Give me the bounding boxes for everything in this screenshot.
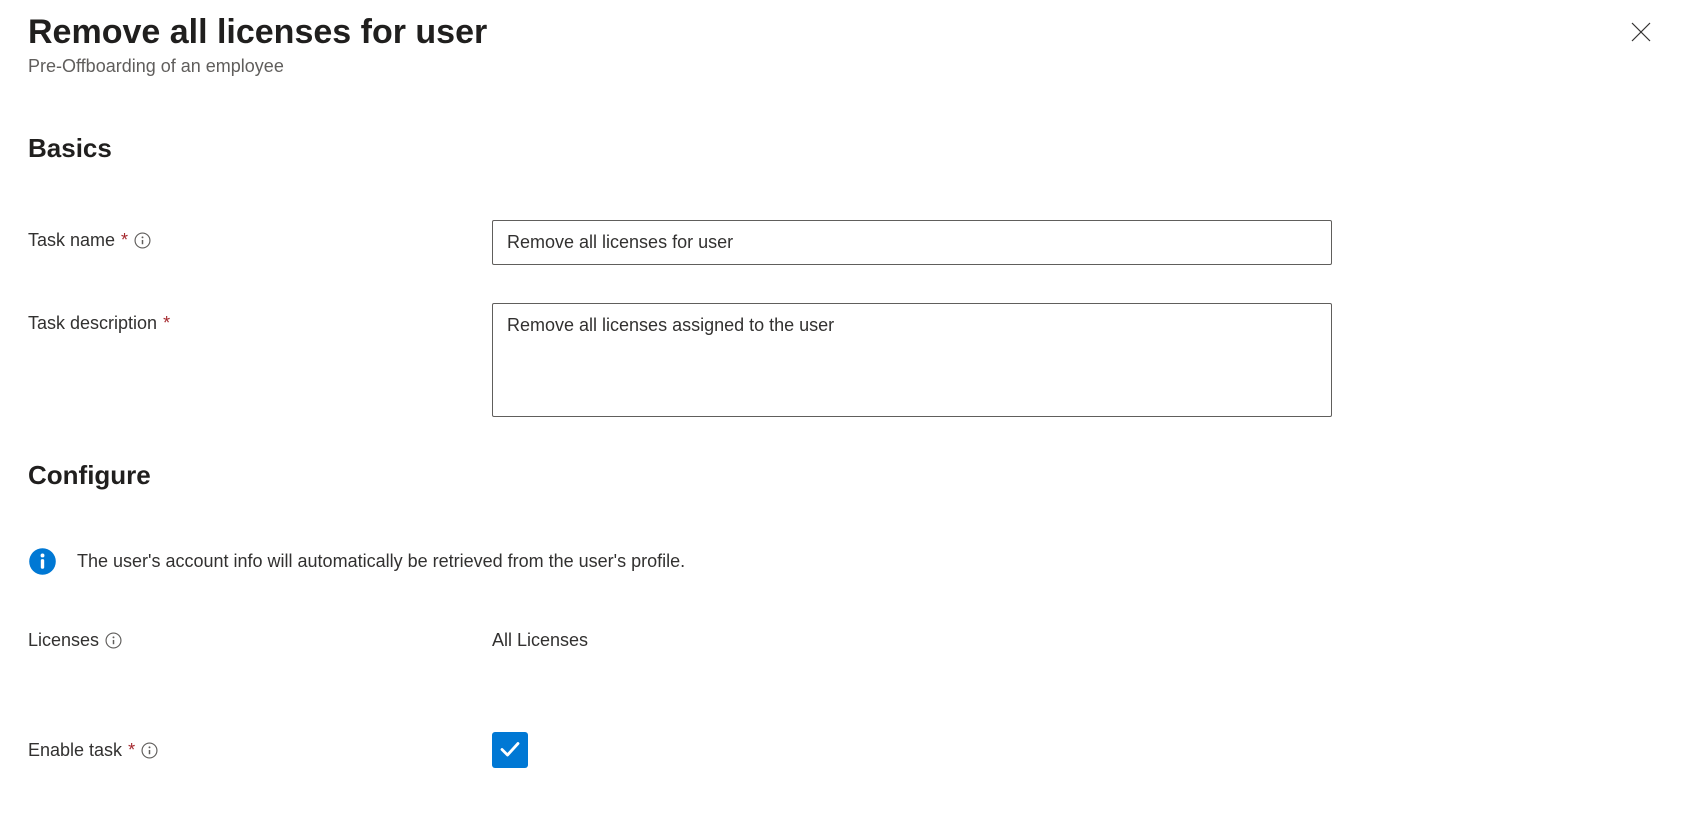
licenses-label: Licenses (28, 628, 492, 652)
task-name-label: Task name * (28, 220, 492, 252)
licenses-value: All Licenses (492, 630, 588, 651)
enable-task-checkbox[interactable] (492, 732, 528, 768)
basics-heading: Basics (28, 133, 1657, 164)
checkmark-icon (498, 737, 522, 764)
required-indicator: * (163, 311, 170, 335)
required-indicator: * (121, 228, 128, 252)
task-description-input[interactable] (492, 303, 1332, 417)
info-banner: The user's account info will automatical… (28, 547, 1657, 576)
info-icon[interactable] (105, 632, 122, 649)
task-description-label: Task description * (28, 303, 492, 335)
enable-task-label: Enable task * (28, 738, 492, 762)
info-banner-text: The user's account info will automatical… (77, 551, 685, 572)
page-subtitle: Pre-Offboarding of an employee (28, 56, 487, 77)
configure-heading: Configure (28, 460, 1657, 491)
close-button[interactable] (1625, 16, 1657, 51)
task-name-input[interactable] (492, 220, 1332, 265)
info-icon[interactable] (141, 742, 158, 759)
required-indicator: * (128, 738, 135, 762)
info-icon[interactable] (134, 232, 151, 249)
info-filled-icon (28, 547, 57, 576)
close-icon (1629, 20, 1653, 47)
page-title: Remove all licenses for user (28, 10, 487, 54)
